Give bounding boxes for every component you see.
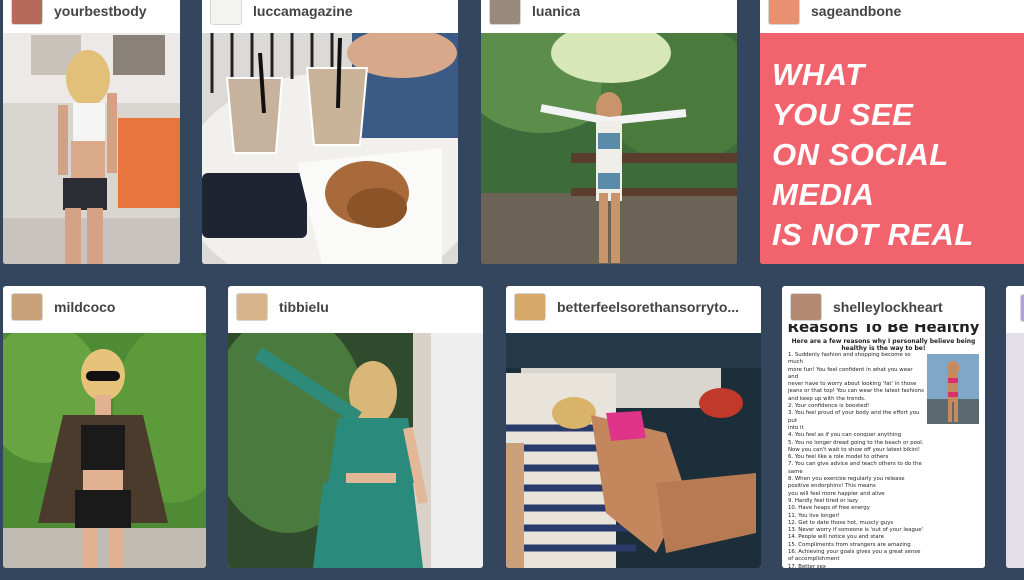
avatar[interactable]: [790, 292, 822, 321]
infographic-list-item: 8. When you exercise regularly you relea…: [788, 476, 905, 490]
avatar[interactable]: [489, 0, 521, 25]
sunglasses-photo-image: [3, 333, 206, 568]
infographic-list-item: 6. You feel like a role model to others: [788, 454, 889, 461]
quote-text: WHAT YOU SEE ON SOCIAL MEDIA IS NOT REAL: [772, 55, 1024, 255]
infographic-list-item: you will feel more happier and alive: [788, 490, 885, 497]
username-link[interactable]: mildcoco: [54, 299, 115, 315]
infographic-list-item: never have to worry about looking 'fat' …: [788, 381, 917, 388]
post-card[interactable]: tibbielu: [228, 286, 483, 568]
username-link[interactable]: tibbielu: [279, 299, 329, 315]
post-header: yourbestbody: [3, 0, 180, 27]
post-photo[interactable]: [228, 333, 483, 568]
infographic-list-item: jeans or that top! You can wear the late…: [788, 388, 924, 395]
post-card[interactable]: mildcoco: [3, 286, 206, 568]
post-photo[interactable]: [202, 33, 458, 264]
infographic-list-item: 16. Achieving your goals gives you a gre…: [788, 549, 921, 563]
post-card[interactable]: yourbestbody: [3, 0, 180, 264]
infographic-list-item: and keep up with the trends.: [788, 395, 866, 402]
jungle-bikini-image: [481, 33, 737, 264]
quote-line: MEDIA: [772, 177, 875, 212]
avatar[interactable]: [514, 292, 546, 321]
post-photo[interactable]: Reasons To Be Healthy Here are a few rea…: [782, 324, 985, 568]
infographic-list: 1. Suddenly fashion and shopping become …: [788, 352, 924, 568]
infographic-intro: Here are a few reasons why I personally …: [791, 338, 976, 352]
quote-line: WHAT: [772, 57, 865, 92]
coffee-croissant-image: [202, 33, 458, 264]
infographic-list-item: 4. You feel as if you can conquer anythi…: [788, 432, 902, 439]
infographic-list-item: 15. Compliments from strangers are amazi…: [788, 541, 911, 548]
infographic-list-item: into it: [788, 424, 804, 431]
post-photo[interactable]: [506, 333, 761, 568]
post-card[interactable]: betterfeelsorethansorryto...: [506, 286, 761, 568]
palm-print-outfit-image: [228, 333, 483, 568]
username-link[interactable]: shelleylockheart: [833, 299, 943, 315]
infographic-list-item: 3. You feel proud of your body and the e…: [788, 410, 920, 424]
infographic-list-item: 5. You no longer dread going to the beac…: [788, 439, 924, 446]
post-card[interactable]: shelleylockheart Reasons To Be Healthy H…: [782, 286, 985, 568]
infographic-list-item: 1. Suddenly fashion and shopping become …: [788, 352, 911, 366]
infographic-photo: [927, 354, 979, 424]
username-link[interactable]: yourbestbody: [54, 3, 147, 19]
infographic-title: Reasons To Be Healthy: [787, 324, 980, 336]
post-header: mildcoco: [3, 290, 206, 323]
infographic-list-item: 14. People will notice you and stare: [788, 534, 884, 541]
infographic-list-item: Now you can't wait to show off your late…: [788, 446, 920, 453]
infographic-list-item: 2. Your confidence is boosted!: [788, 403, 870, 410]
post-card-partial[interactable]: [1006, 286, 1024, 568]
quote-line: ON SOCIAL: [772, 137, 949, 172]
username-link[interactable]: luanica: [532, 3, 580, 19]
post-photo[interactable]: [3, 333, 206, 568]
infographic-list-item: 7. You can give advice and teach others …: [788, 461, 922, 475]
quote-line: IS NOT REAL: [772, 217, 974, 252]
post-header: tibbielu: [228, 290, 483, 323]
post-photo[interactable]: WHAT YOU SEE ON SOCIAL MEDIA IS NOT REAL: [760, 33, 1024, 264]
username-link[interactable]: luccamagazine: [253, 3, 353, 19]
username-link[interactable]: betterfeelsorethansorryto...: [557, 299, 739, 315]
post-header: luanica: [481, 0, 737, 27]
username-link[interactable]: sageandbone: [811, 3, 901, 19]
infographic-list-item: more fun! You feel confident in what you…: [788, 366, 913, 380]
infographic-list-item: 12. Get to date those hot, muscly guys: [788, 519, 894, 526]
bikini-figure-image: [927, 354, 979, 424]
post-photo[interactable]: [1006, 333, 1024, 568]
avatar[interactable]: [11, 0, 43, 25]
post-header: betterfeelsorethansorryto...: [506, 290, 761, 323]
mirror-selfie-image: [3, 33, 180, 264]
post-header: luccamagazine: [202, 0, 458, 27]
infographic-list-item: 11. You live longer!: [788, 512, 840, 519]
post-photo[interactable]: [481, 33, 737, 264]
avatar[interactable]: [1020, 294, 1024, 322]
avatar[interactable]: [210, 0, 242, 25]
post-card[interactable]: luanica: [481, 0, 737, 264]
quote-line: YOU SEE: [772, 97, 914, 132]
avatar[interactable]: [768, 0, 800, 25]
post-header: shelleylockheart: [782, 290, 985, 323]
post-card[interactable]: sageandbone WHAT YOU SEE ON SOCIAL MEDIA…: [760, 0, 1024, 264]
infographic-list-item: 9. Hardly feel tired or lazy: [788, 497, 859, 504]
sunbathing-image: [506, 333, 761, 568]
avatar[interactable]: [236, 292, 268, 321]
infographic-list-item: 10. Have heaps of free energy: [788, 505, 870, 512]
post-card[interactable]: luccamagazine: [202, 0, 458, 264]
post-header: sageandbone: [760, 0, 1024, 27]
avatar[interactable]: [11, 292, 43, 321]
post-photo[interactable]: [3, 33, 180, 264]
infographic-list-item: 13. Never worry if someone is 'out of yo…: [788, 527, 924, 534]
infographic-list-item: 17. Better sex: [788, 563, 826, 568]
